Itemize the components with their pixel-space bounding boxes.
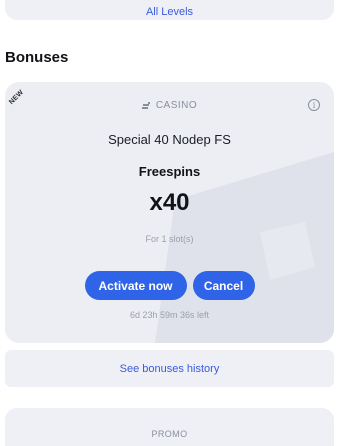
activate-now-button[interactable]: Activate now	[84, 271, 187, 300]
bonus-actions: Activate now Cancel	[5, 271, 334, 300]
promo-card: PROMO	[5, 408, 334, 446]
bonuses-history-card: See bonuses history	[5, 350, 334, 387]
casino-chips-icon	[141, 101, 150, 109]
bonus-time-left: 6d 23h 59m 36s left	[129, 310, 210, 320]
bonus-multiplier: x40	[149, 189, 190, 216]
see-bonuses-history-link[interactable]: See bonuses history	[120, 363, 220, 375]
all-levels-link[interactable]: All Levels	[146, 6, 193, 18]
cancel-button[interactable]: Cancel	[192, 271, 255, 300]
bonus-category: CASINO	[5, 100, 334, 111]
bonus-category-label: CASINO	[155, 100, 198, 111]
bonus-card: NEW CASINO i Special 40 Nodep FS Freespi…	[5, 82, 334, 343]
bonus-type: Freespins	[138, 164, 201, 179]
promo-label: PROMO	[151, 429, 188, 439]
info-icon[interactable]: i	[308, 99, 320, 111]
bonus-slots-info: For 1 slot(s)	[145, 234, 194, 244]
bonuses-section-title: Bonuses	[5, 49, 69, 66]
bonus-name: Special 40 Nodep FS	[108, 132, 231, 147]
levels-card: All Levels	[5, 0, 334, 20]
